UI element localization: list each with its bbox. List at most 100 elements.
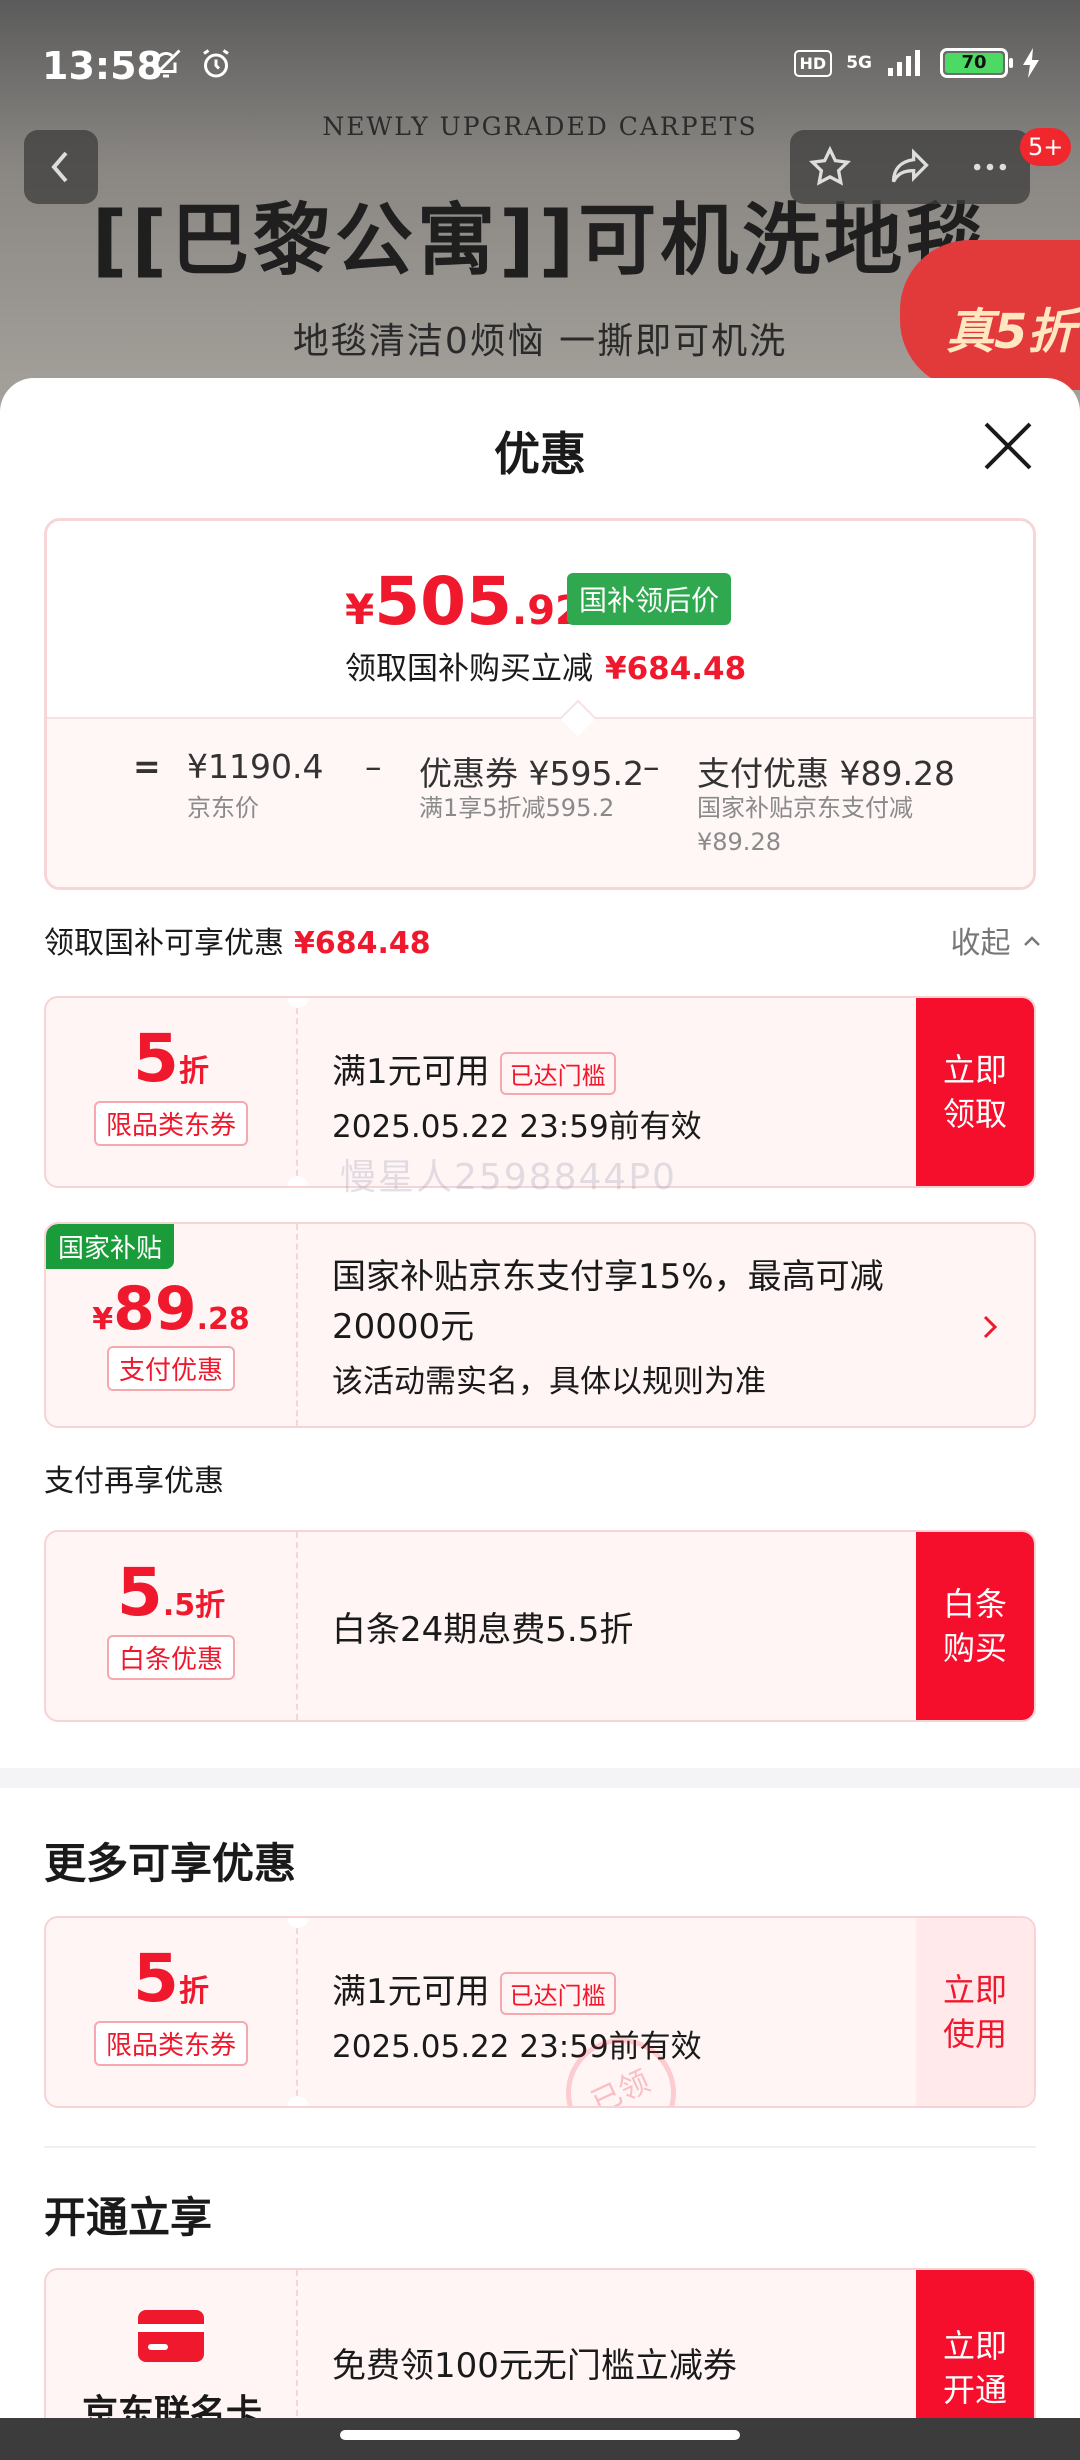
coupon-discount-value: 5: [133, 1020, 179, 1097]
coupon2-left: 5折 限品类东券: [46, 1918, 298, 2106]
notch-bottom: [287, 1176, 309, 1186]
baitiao-type: 白条优惠: [106, 1635, 235, 1680]
pay-breakdown-sub2: ¥89.28: [697, 828, 781, 856]
battery-icon: 70: [940, 48, 1013, 78]
top-actions: [790, 130, 1030, 204]
jd-price-label: 京东价: [187, 794, 259, 822]
coupon2-discount-unit: 折: [178, 1974, 209, 2009]
coupon-discount: 5折: [46, 1020, 296, 1097]
price-summary: ¥ 505 .92 国补领后价 领取国补购买立减 ¥684.48 = ¥1190.…: [44, 518, 1036, 890]
coupon-breakdown-sub: 满1享5折减595.2: [419, 794, 615, 822]
collapse-label: 收起: [950, 926, 1011, 961]
gov-subsidy-card[interactable]: ¥89.28 支付优惠 国家补贴 国家补贴京东支付享15%，最高可减20000元…: [44, 1222, 1036, 1428]
coupon-expiry: 2025.05.22 23:59前有效: [332, 1109, 702, 1145]
minus-sign-1: –: [365, 747, 382, 786]
price-tag: 国补领后价: [567, 573, 732, 625]
jd-card-left: 京东联名卡: [46, 2270, 298, 2418]
gov-note: 该活动需实名，具体以规则为准: [332, 1364, 766, 1400]
reduce-value: ¥684.48: [605, 651, 747, 687]
baitiao-discount-value: 5: [116, 1554, 163, 1631]
signal-icon: [888, 50, 920, 76]
gov-amount-decimal: .28: [196, 1302, 250, 1337]
jd-card-name: 京东联名卡: [81, 2393, 262, 2418]
final-price-currency: ¥: [345, 585, 375, 634]
section-label-text: 领取国补可享优惠: [44, 926, 284, 961]
pay-breakdown-value: ¥89.28: [839, 754, 955, 793]
notch-bottom: [287, 2096, 309, 2106]
price-breakdown: = ¥1190.4 京东价 – 优惠券 ¥595.2 满1享5折减595.2 –…: [47, 717, 1033, 887]
share-icon[interactable]: [888, 145, 932, 189]
status-icons-right: HD 5G 70: [793, 48, 1040, 78]
claim-coupon-button[interactable]: 立即领取: [916, 998, 1034, 1186]
chevron-up-icon: [1024, 936, 1040, 946]
use-coupon-label: 立即使用: [942, 1971, 1007, 2053]
sheet-title: 优惠: [494, 427, 586, 481]
baitiao-discount-unit: 折: [195, 1588, 226, 1623]
hd-icon: HD: [793, 49, 833, 77]
home-indicator[interactable]: [340, 2430, 740, 2440]
battery-level: 70: [945, 53, 1003, 73]
gesture-bar: [0, 2418, 1080, 2460]
open-card-button[interactable]: 立即开通: [916, 2270, 1034, 2418]
bell-muted-icon: [151, 49, 181, 79]
summary-top: ¥ 505 .92 国补领后价 领取国补购买立减 ¥684.48: [47, 521, 1033, 721]
network-type: 5G: [846, 52, 872, 73]
gov-type: 支付优惠: [106, 1346, 235, 1391]
baitiao-buy-label: 白条购买: [942, 1585, 1007, 1667]
coupon-card-claimed: 5折 限品类东券 满1元可用 已达门槛 2025.05.22 23:59前有效 已…: [44, 1916, 1036, 2108]
message-count-badge: 5+: [1020, 128, 1072, 166]
baitiao-desc: 白条24期息费5.5折: [332, 1610, 634, 1650]
jd-card-info: 免费领100元无门槛立减券: [332, 2270, 904, 2418]
coupon-type: 限品类东券: [93, 1101, 248, 1146]
gov-amount: ¥89.28: [46, 1274, 296, 1344]
use-coupon-button[interactable]: 立即使用: [916, 1918, 1034, 2106]
pay-breakdown: 支付优惠 ¥89.28: [697, 747, 955, 795]
status-time: 13:58: [42, 44, 163, 88]
pay-breakdown-label: 支付优惠: [697, 754, 829, 793]
pay-again-label: 支付再享优惠: [44, 1464, 224, 1499]
coupon-breakdown-label: 优惠券: [419, 754, 518, 793]
open-benefits-title: 开通立享: [44, 2193, 213, 2242]
collapse-button[interactable]: 收起: [950, 918, 1044, 962]
pay-breakdown-sub: 国家补贴京东支付减: [697, 794, 913, 822]
watermark: 慢星人2598844P0: [340, 1157, 677, 1198]
close-icon[interactable]: [980, 418, 1036, 474]
claim-coupon-label: 立即领取: [942, 1051, 1007, 1133]
chevron-right-icon: [983, 1315, 998, 1339]
coupon2-condition: 满1元可用: [332, 1972, 490, 2012]
jd-price: ¥1190.4: [187, 747, 324, 786]
alarm-icon: [203, 49, 229, 78]
baitiao-buy-button[interactable]: 白条购买: [916, 1532, 1034, 1720]
coupon-breakdown: 优惠券 ¥595.2: [419, 747, 644, 795]
section-label: 领取国补可享优惠 ¥684.48: [44, 926, 431, 961]
gov-info: 国家补贴京东支付享15%，最高可减20000元 该活动需实名，具体以规则为准: [332, 1224, 944, 1426]
star-icon[interactable]: [808, 145, 852, 189]
status-icons-left: [148, 46, 234, 82]
gov-subsidy-section-header: 领取国补可享优惠 ¥684.48 收起: [44, 918, 1044, 961]
coupon-left: 5折 限品类东券: [46, 998, 298, 1186]
reduce-label: 领取国补购买立减: [345, 651, 593, 687]
baitiao-discount: 5.5折: [46, 1554, 296, 1631]
baitiao-discount-decimal: .5: [162, 1588, 196, 1623]
coupon-condition-row: 满1元可用 已达门槛: [332, 1044, 904, 1095]
more-icon[interactable]: [968, 145, 1012, 189]
final-price: ¥ 505 .92: [345, 563, 583, 640]
section-divider: [0, 1768, 1080, 1788]
baitiao-info: 白条24期息费5.5折: [332, 1532, 904, 1720]
coupon2-condition-row: 满1元可用 已达门槛: [332, 1964, 904, 2015]
coupon-condition: 满1元可用: [332, 1052, 490, 1092]
coupon2-type: 限品类东券: [93, 2021, 248, 2066]
status-bar: 13:58 HD 5G 70: [0, 0, 1080, 130]
reduce-line: 领取国补购买立减 ¥684.48: [345, 643, 746, 688]
jd-card-desc: 免费领100元无门槛立减券: [332, 2346, 737, 2386]
more-discounts-title: 更多可享优惠: [44, 1839, 297, 1888]
charging-icon: [1023, 48, 1039, 78]
jd-card-offer: 京东联名卡 免费领100元无门槛立减券 立即开通: [44, 2268, 1036, 2418]
gov-subsidy-tag: 国家补贴: [46, 1224, 175, 1269]
gov-amount-currency: ¥: [92, 1302, 114, 1337]
divider-line: [44, 2146, 1036, 2148]
threshold-badge: 已达门槛: [499, 1052, 616, 1095]
minus-sign-2: –: [643, 747, 660, 786]
discount-sheet: 优惠 ¥ 505 .92 国补领后价 领取国补购买立减 ¥684.48 = ¥11…: [0, 378, 1080, 2418]
back-button[interactable]: [24, 130, 98, 204]
